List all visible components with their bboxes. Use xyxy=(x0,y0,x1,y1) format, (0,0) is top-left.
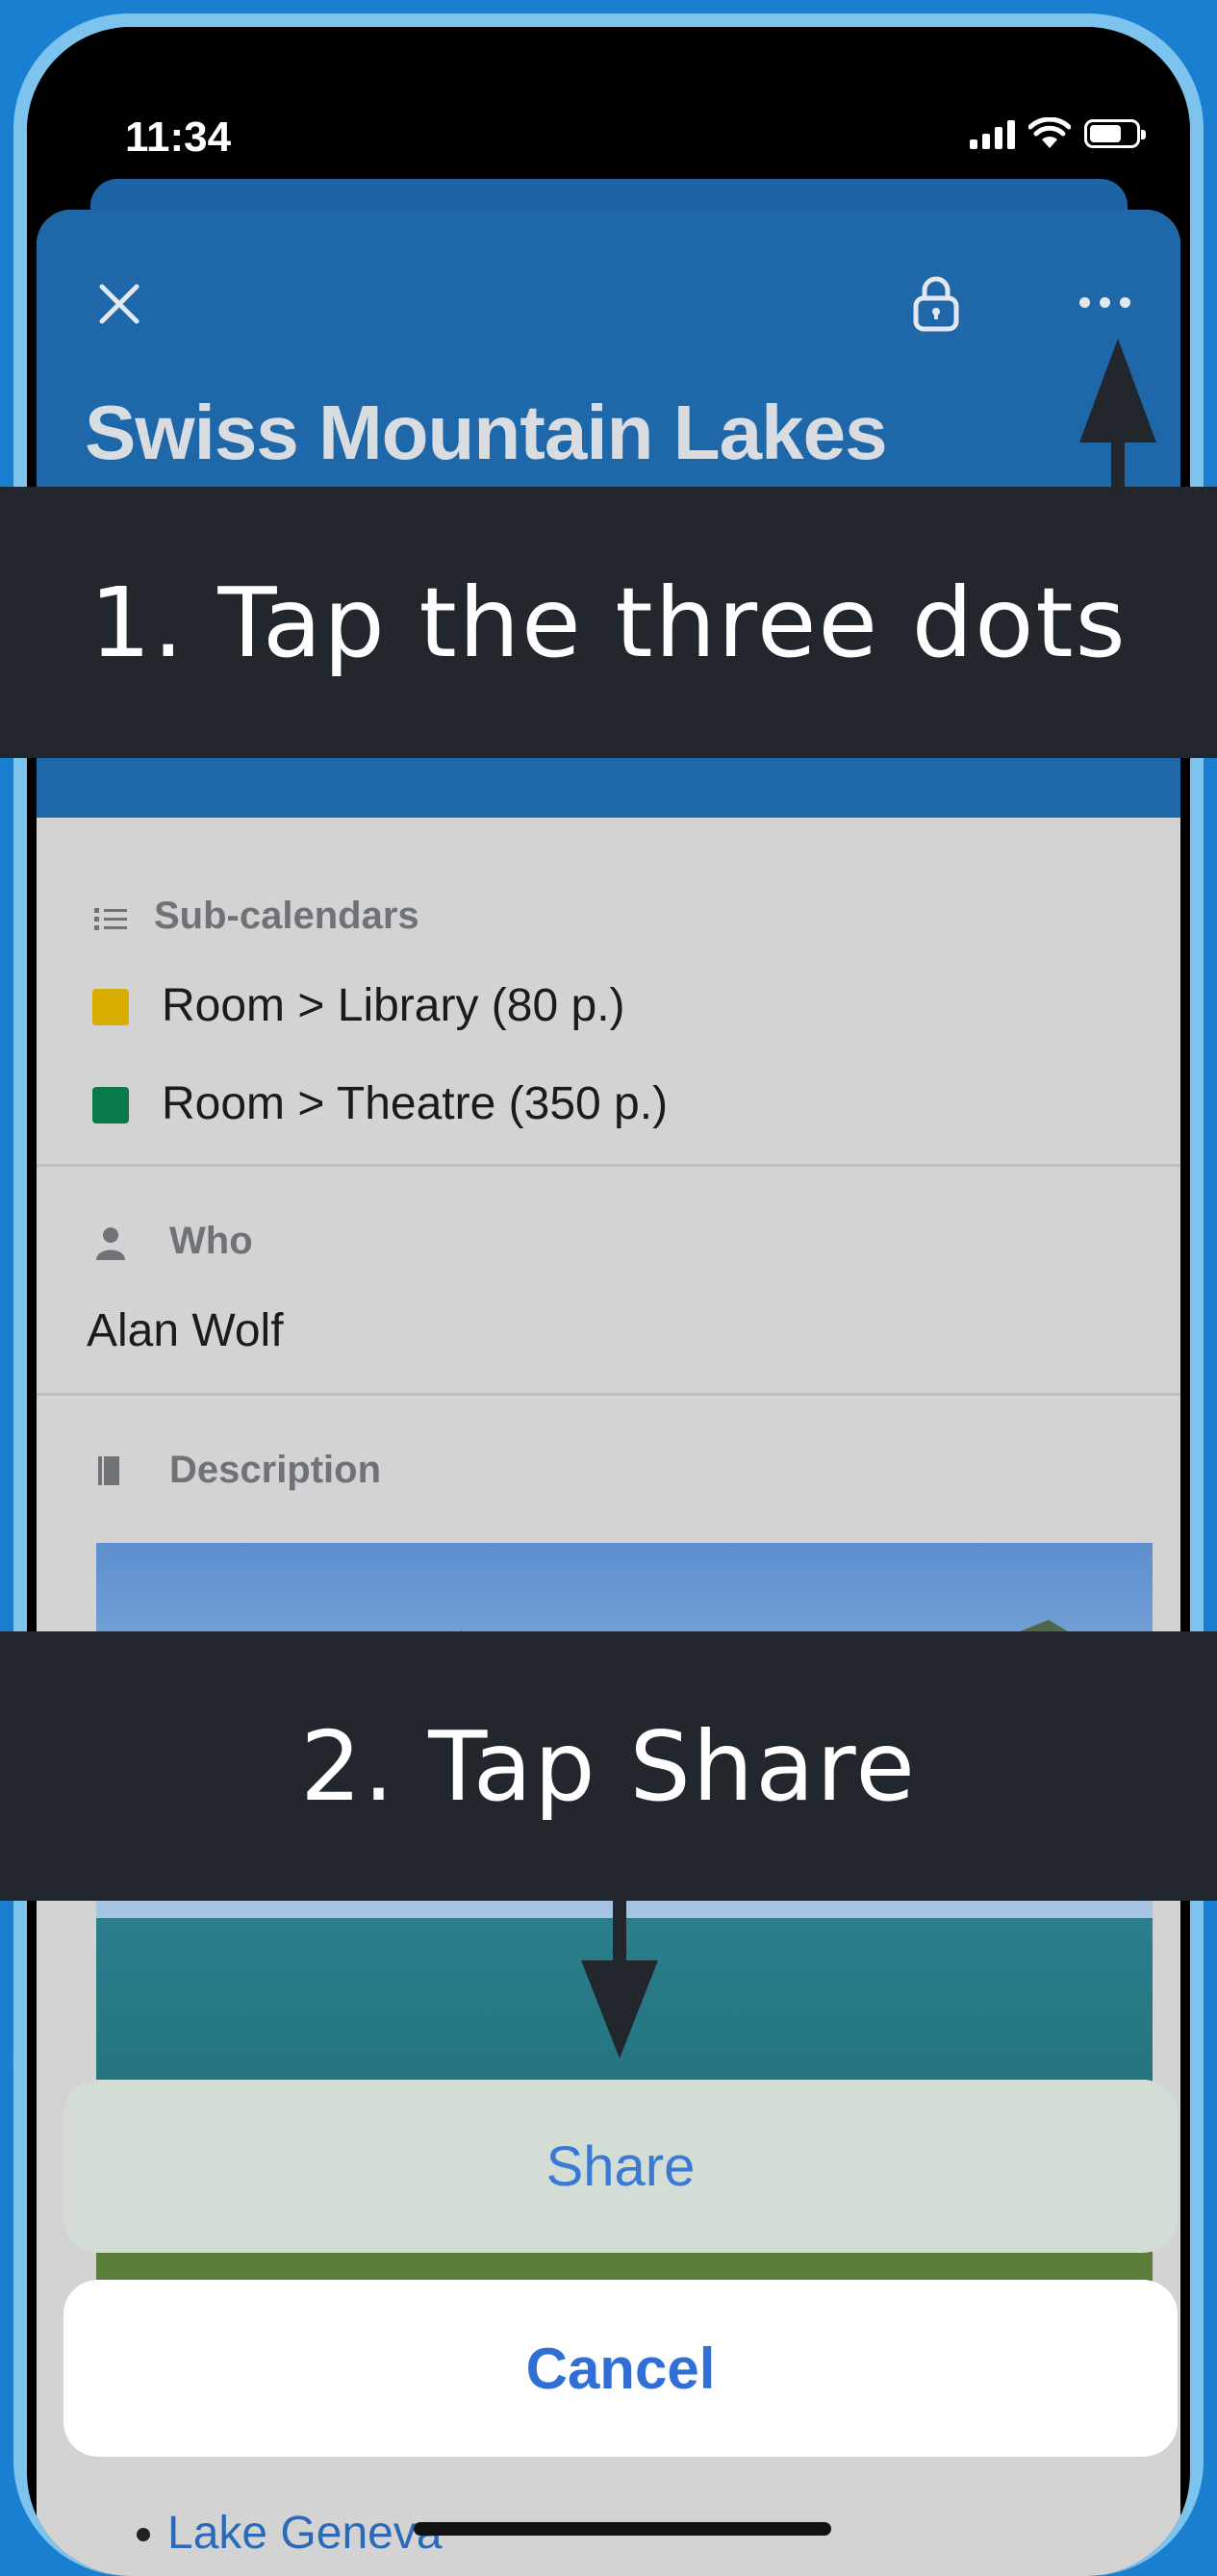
more-options-button[interactable] xyxy=(1066,287,1143,317)
status-time: 11:34 xyxy=(125,114,232,161)
library-color-swatch xyxy=(92,989,129,1025)
dot-icon xyxy=(1078,296,1090,308)
sub-calendars-label: Sub-calendars xyxy=(154,895,419,937)
cellular-signal-icon xyxy=(970,118,1015,149)
share-button-label: Share xyxy=(545,2134,696,2198)
divider xyxy=(37,1393,1180,1396)
theatre-color-swatch xyxy=(92,1087,129,1124)
list-item-lake-geneva[interactable]: Lake Geneva xyxy=(167,2507,443,2560)
description-label: Description xyxy=(169,1449,382,1491)
instruction-step-2-text: 2. Tap Share xyxy=(300,1709,917,1823)
lock-icon[interactable] xyxy=(902,269,970,337)
share-button[interactable]: Share xyxy=(63,2080,1178,2253)
arrow-up-icon xyxy=(1079,339,1156,489)
instruction-step-1-text: 1. Tap the three dots xyxy=(89,566,1128,679)
cancel-button[interactable]: Cancel xyxy=(63,2280,1178,2457)
person-icon xyxy=(96,1227,125,1260)
event-title: Swiss Mountain Lakes xyxy=(85,390,888,475)
wifi-icon xyxy=(1028,117,1071,148)
dot-icon xyxy=(1119,296,1130,308)
status-icons xyxy=(970,117,1146,150)
sub-calendar-library[interactable]: Room > Library (80 p.) xyxy=(162,979,625,1032)
who-value: Alan Wolf xyxy=(87,1305,284,1356)
list-icon xyxy=(94,908,127,930)
instruction-step-1: 1. Tap the three dots xyxy=(0,487,1217,758)
close-icon[interactable] xyxy=(92,277,146,331)
arrow-down-icon xyxy=(581,1899,658,2058)
battery-icon xyxy=(1084,119,1146,148)
divider xyxy=(37,1164,1180,1167)
list-bullet xyxy=(137,2528,150,2541)
who-label: Who xyxy=(169,1220,253,1262)
cancel-button-label: Cancel xyxy=(525,2336,716,2401)
home-indicator xyxy=(414,2522,831,2536)
description-icon xyxy=(98,1456,119,1485)
instruction-step-2: 2. Tap Share xyxy=(0,1631,1217,1901)
dot-icon xyxy=(1099,296,1110,308)
sub-calendar-theatre[interactable]: Room > Theatre (350 p.) xyxy=(162,1077,668,1130)
